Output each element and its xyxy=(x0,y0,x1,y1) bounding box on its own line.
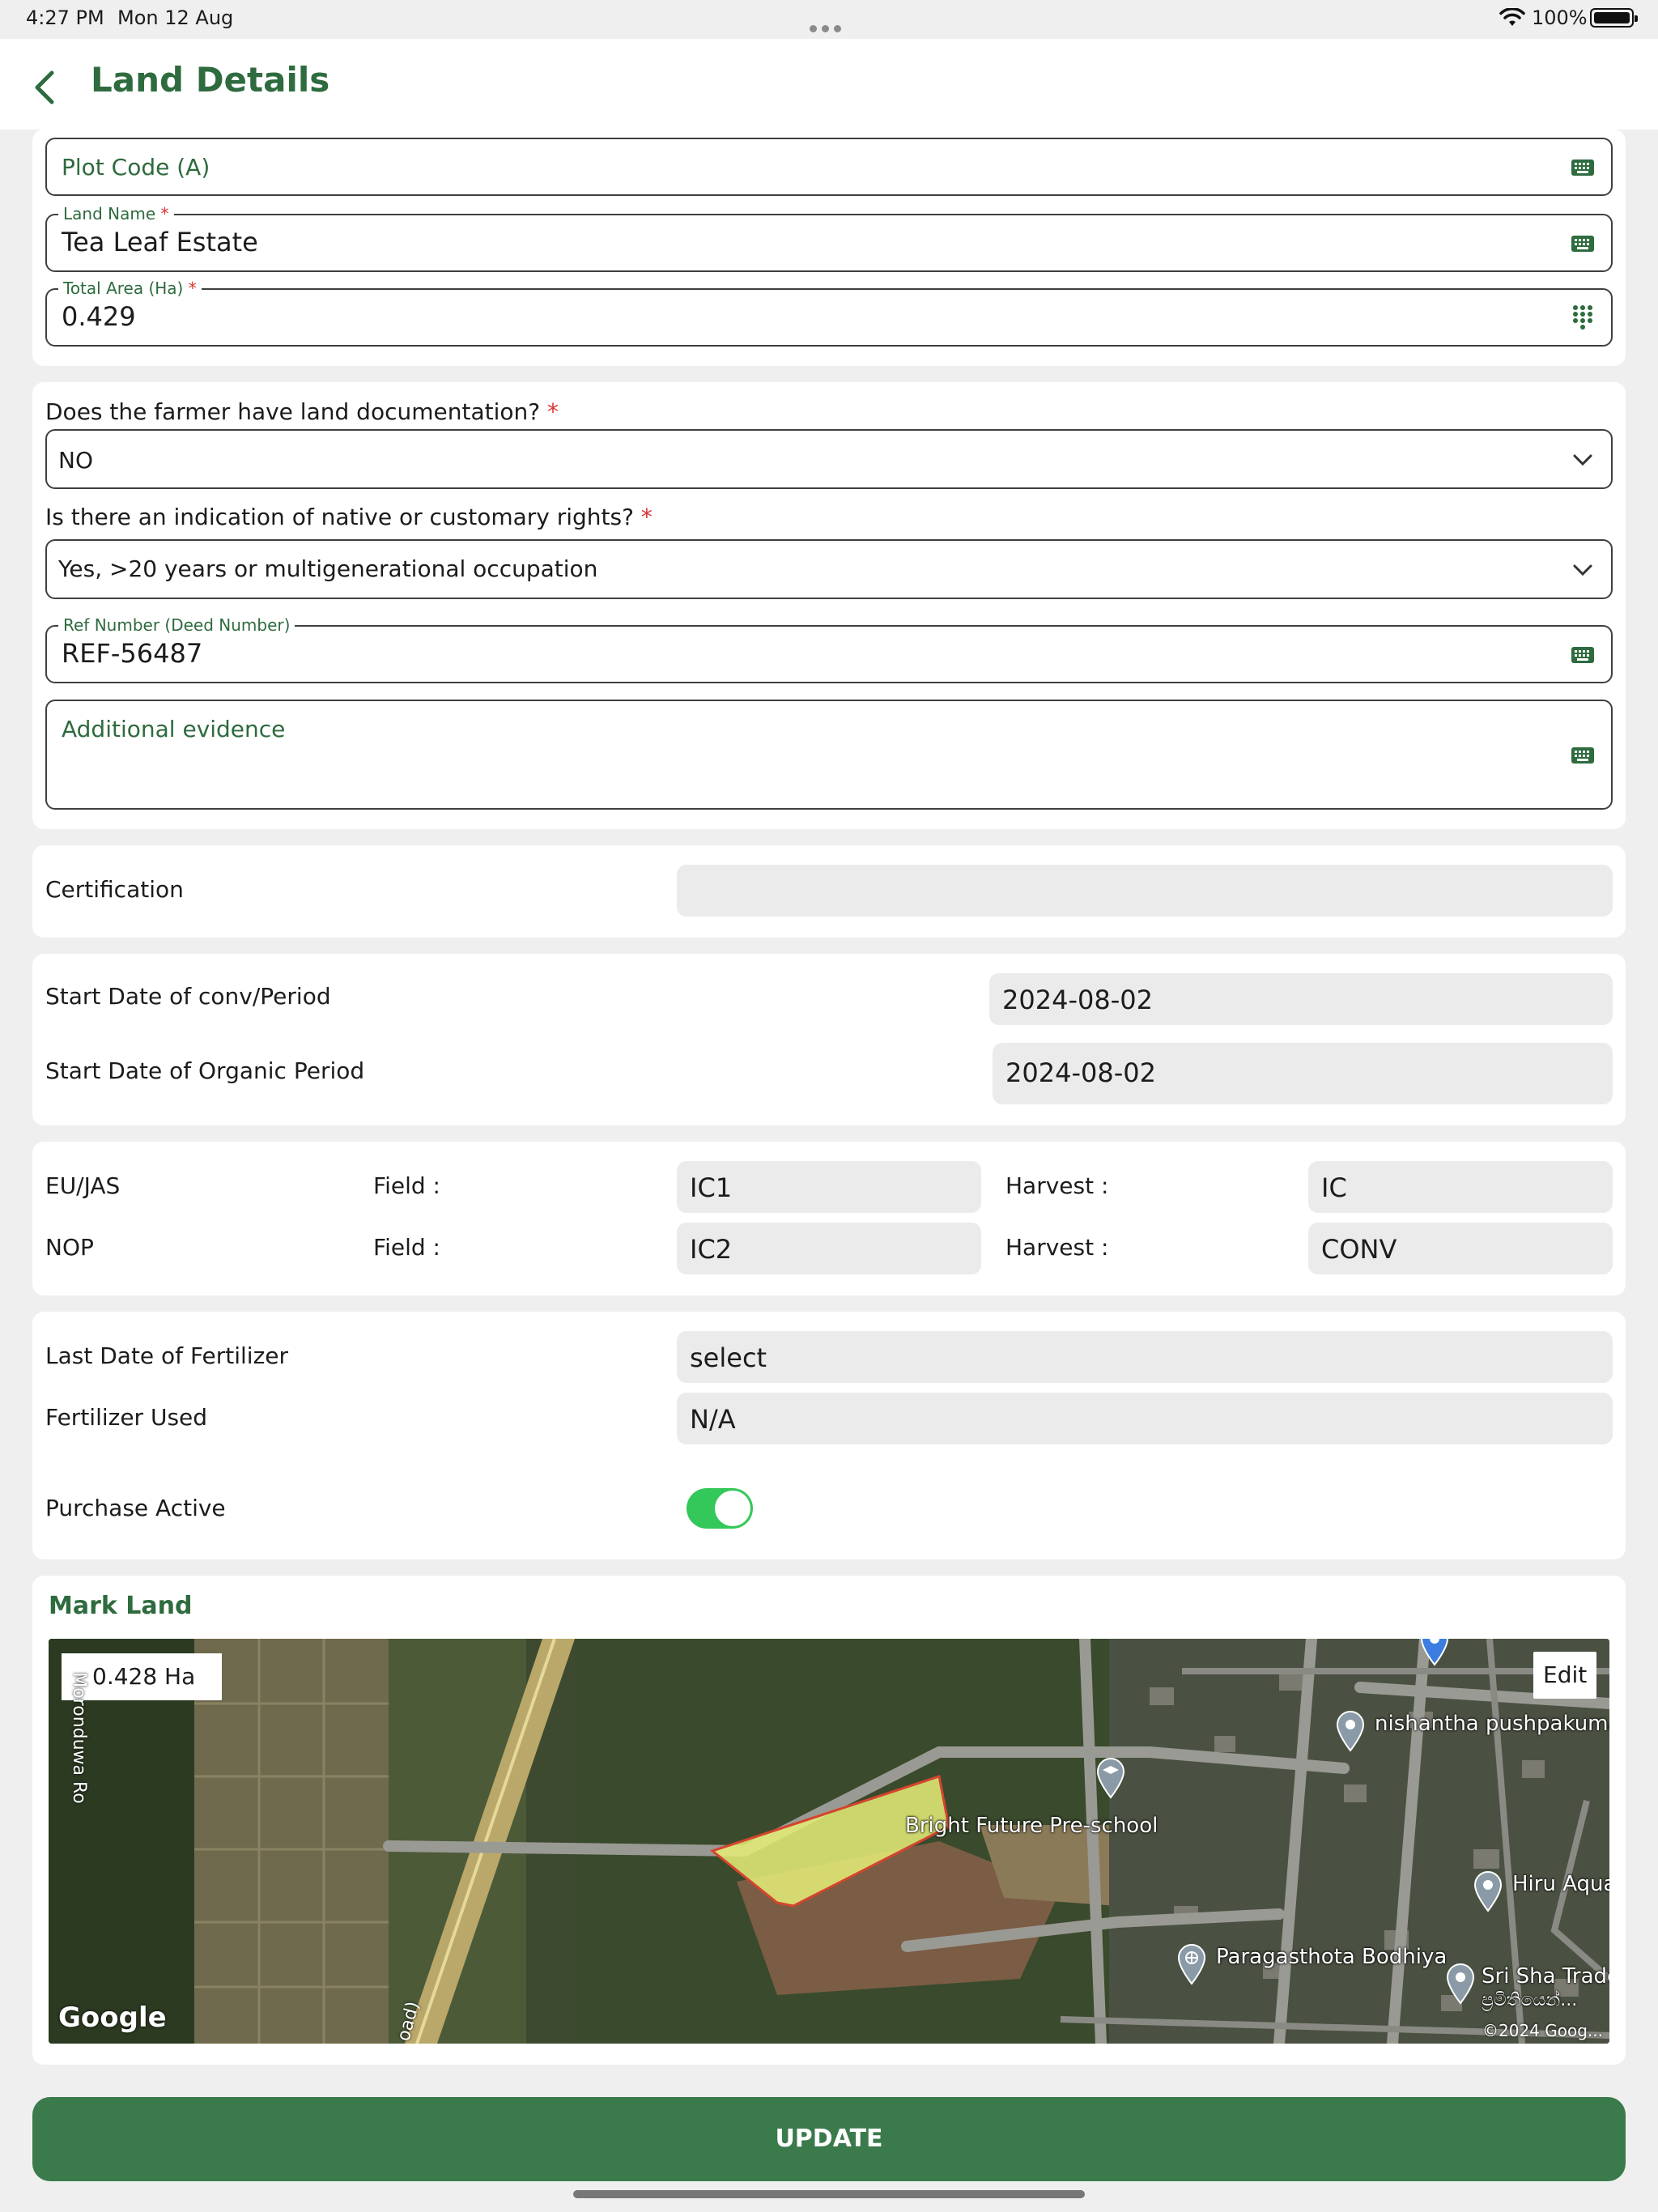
location-pin-icon[interactable] xyxy=(1444,1963,1477,2005)
eu-jas-field-input[interactable]: IC1 xyxy=(677,1161,981,1213)
header-bar: Land Details xyxy=(0,39,1658,130)
chevron-down-icon xyxy=(1573,454,1592,466)
nop-harvest-value: CONV xyxy=(1321,1234,1397,1265)
standard-name: EU/JAS xyxy=(45,1172,121,1199)
conv-period-label: Start Date of conv/Period xyxy=(45,983,331,1010)
update-button[interactable]: UPDATE xyxy=(32,2097,1626,2181)
field-label: Field : xyxy=(373,1234,440,1261)
place-label: Paragasthota Bodhiya xyxy=(1216,1945,1448,1969)
status-bar: 4:27 PM Mon 12 Aug 100% xyxy=(0,0,1658,39)
organic-period-date[interactable]: 2024-08-02 xyxy=(993,1043,1613,1104)
additional-evidence-field[interactable]: Additional evidence xyxy=(45,700,1613,810)
nop-field-input[interactable]: IC2 xyxy=(677,1223,981,1274)
purchase-active-toggle[interactable] xyxy=(687,1488,753,1529)
dialpad-icon[interactable] xyxy=(1572,304,1593,330)
satellite-imagery xyxy=(49,1639,1609,2044)
documentation-select[interactable]: NO xyxy=(45,429,1613,489)
organic-period-label: Start Date of Organic Period xyxy=(45,1057,365,1084)
multitasking-dots-icon[interactable] xyxy=(810,15,848,32)
last-fertilizer-label: Last Date of Fertilizer xyxy=(45,1342,289,1369)
eu-jas-harvest-input[interactable]: IC xyxy=(1308,1161,1613,1213)
certification-input[interactable] xyxy=(677,865,1613,917)
total-area-label: Total Area (Ha) * xyxy=(58,279,202,298)
conv-period-value: 2024-08-02 xyxy=(1002,985,1153,1015)
certification-label: Certification xyxy=(45,876,184,903)
plot-code-placeholder: Plot Code (A) xyxy=(62,154,210,181)
customary-rights-select[interactable]: Yes, >20 years or multigenerational occu… xyxy=(45,539,1613,599)
place-label: ප්‍රමිතියෙන්... xyxy=(1482,1990,1578,2010)
place-label: Bright Future Pre-school xyxy=(905,1814,1158,1838)
map-copyright[interactable]: ©2024 Goog... xyxy=(1482,2021,1603,2040)
conv-period-date[interactable]: 2024-08-02 xyxy=(989,973,1613,1025)
keyboard-icon[interactable] xyxy=(1571,646,1595,664)
documentation-question: Does the farmer have land documentation?… xyxy=(45,398,559,425)
nop-harvest-input[interactable]: CONV xyxy=(1308,1223,1613,1274)
wifi-icon xyxy=(1499,8,1525,26)
harvest-label: Harvest : xyxy=(1005,1234,1109,1261)
place-label: nishantha pushpakumar xyxy=(1375,1712,1609,1736)
customary-rights-question: Is there an indication of native or cust… xyxy=(45,504,653,530)
place-label: Hiru Aqua xyxy=(1512,1872,1609,1896)
fertilizer-card: Last Date of Fertilizer select Fertilize… xyxy=(32,1312,1626,1559)
standards-card: EU/JAS Field : IC1 Harvest : IC NOP Fiel… xyxy=(32,1142,1626,1295)
documentation-card: Does the farmer have land documentation?… xyxy=(32,382,1626,829)
mark-land-card: Mark Land 0.428 Ha Edit Moronduwa Ro oad… xyxy=(32,1576,1626,2065)
land-name-value: Tea Leaf Estate xyxy=(62,227,258,257)
last-fertilizer-date-select[interactable]: select xyxy=(677,1331,1613,1383)
certification-card: Certification xyxy=(32,845,1626,938)
ref-number-field[interactable]: Ref Number (Deed Number) REF-56487 xyxy=(45,615,1613,683)
plot-code-field[interactable]: Plot Code (A) xyxy=(45,138,1613,196)
google-logo: Google xyxy=(58,2001,167,2034)
total-area-value: 0.429 xyxy=(62,301,136,332)
last-fertilizer-value: select xyxy=(690,1342,767,1373)
keyboard-icon[interactable] xyxy=(1571,159,1595,177)
purchase-active-label: Purchase Active xyxy=(45,1495,226,1521)
location-pin-icon[interactable] xyxy=(1334,1710,1367,1752)
place-label: Sri Sha Trade xyxy=(1482,1964,1609,1989)
fertilizer-used-input[interactable]: N/A xyxy=(677,1393,1613,1444)
standard-name: NOP xyxy=(45,1234,94,1261)
land-name-label: Land Name * xyxy=(58,204,174,223)
eu-jas-harvest-value: IC xyxy=(1321,1172,1347,1203)
mark-land-title: Mark Land xyxy=(49,1592,193,1620)
customary-rights-value: Yes, >20 years or multigenerational occu… xyxy=(58,555,598,582)
status-time: 4:27 PM xyxy=(26,6,104,29)
battery-percentage: 100% xyxy=(1532,6,1588,29)
keyboard-icon[interactable] xyxy=(1571,747,1595,764)
total-area-field[interactable]: Total Area (Ha) * 0.429 xyxy=(45,279,1613,347)
battery-icon xyxy=(1590,8,1638,28)
harvest-label: Harvest : xyxy=(1005,1172,1109,1199)
location-pin-icon[interactable] xyxy=(1472,1870,1504,1912)
school-pin-icon[interactable] xyxy=(1095,1757,1127,1799)
organic-period-value: 2024-08-02 xyxy=(1005,1057,1156,1088)
land-name-field[interactable]: Land Name * Tea Leaf Estate xyxy=(45,204,1613,272)
page-title: Land Details xyxy=(91,60,330,100)
periods-card: Start Date of conv/Period 2024-08-02 Sta… xyxy=(32,954,1626,1125)
ref-number-label: Ref Number (Deed Number) xyxy=(58,615,295,635)
ref-number-value: REF-56487 xyxy=(62,638,203,669)
map-edit-button[interactable]: Edit xyxy=(1533,1652,1596,1699)
land-map[interactable]: 0.428 Ha Edit Moronduwa Ro oad) Bright F… xyxy=(49,1639,1609,2044)
chevron-down-icon xyxy=(1573,564,1592,576)
temple-pin-icon[interactable] xyxy=(1175,1943,1208,1985)
status-date: Mon 12 Aug xyxy=(117,6,234,29)
home-indicator[interactable] xyxy=(573,2190,1085,2198)
field-label: Field : xyxy=(373,1172,440,1199)
additional-evidence-placeholder: Additional evidence xyxy=(62,716,286,742)
fertilizer-used-value: N/A xyxy=(690,1404,736,1435)
keyboard-icon[interactable] xyxy=(1571,235,1595,253)
documentation-value: NO xyxy=(58,447,93,474)
land-basic-card: Plot Code (A) Land Name * Tea Leaf Estat… xyxy=(32,130,1626,366)
road-label: Moronduwa Ro xyxy=(68,1672,89,1804)
eu-jas-field-value: IC1 xyxy=(690,1172,733,1203)
location-pin-icon[interactable] xyxy=(1418,1639,1451,1666)
nop-field-value: IC2 xyxy=(690,1234,733,1265)
fertilizer-used-label: Fertilizer Used xyxy=(45,1404,208,1431)
back-chevron-icon[interactable] xyxy=(29,70,62,105)
